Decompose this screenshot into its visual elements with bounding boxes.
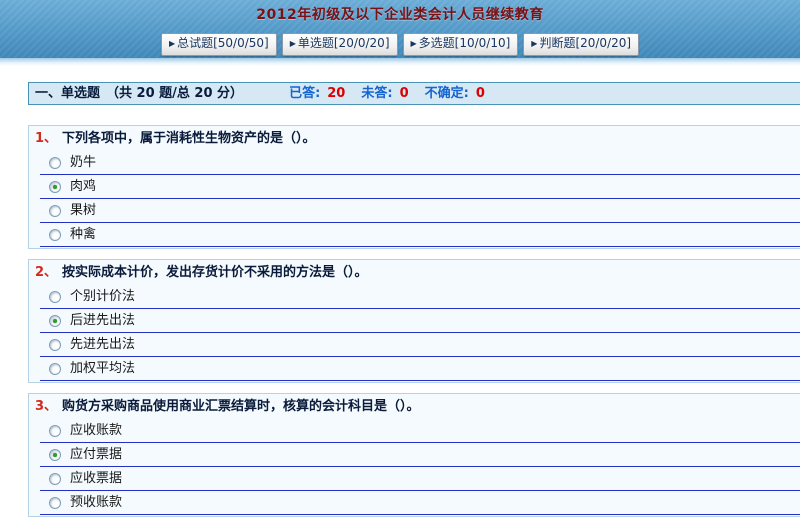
option-label: 应付票据 [70, 448, 122, 462]
question-title: 2、按实际成本计价，发出存货计价不采用的方法是（）。 [29, 260, 800, 285]
exam-content: 一、单选题 （共 20 题/总 20 分） 已答: 20 未答: 0 不确定: 0 1… [0, 66, 800, 517]
nav-button-all-questions[interactable]: ▶总试题[50/0/50] [161, 33, 277, 56]
option-row[interactable]: 加权平均法 [40, 357, 800, 381]
option-label: 奶牛 [70, 156, 96, 170]
question-number: 2、 [35, 265, 57, 280]
option-row[interactable]: 种禽 [40, 223, 800, 247]
question-number: 3、 [35, 399, 57, 414]
arrow-right-icon: ▶ [531, 39, 537, 48]
stat-unanswered: 未答: 0 [361, 86, 408, 101]
exam-page: 2012年初级及以下企业类会计人员继续教育 ▶总试题[50/0/50] ▶单选题… [0, 0, 800, 517]
question-block-3: 3、购货方采购商品使用商业汇票结算时，核算的会计科目是（）。 应收账款 应付票据… [28, 393, 800, 517]
radio-button[interactable] [49, 181, 61, 193]
radio-button[interactable] [49, 449, 61, 461]
answer-stats: 已答: 20 未答: 0 不确定: 0 [289, 86, 485, 101]
stat-value: 0 [400, 86, 409, 101]
section-header: 一、单选题 （共 20 题/总 20 分） 已答: 20 未答: 0 不确定: 0 [28, 82, 800, 105]
option-label: 种禽 [70, 228, 96, 242]
radio-button[interactable] [49, 205, 61, 217]
option-row[interactable]: 应付票据 [40, 443, 800, 467]
option-label: 先进先出法 [70, 338, 135, 352]
nav-button-label: 多选题[10/0/10] [419, 36, 511, 50]
arrow-right-icon: ▶ [411, 39, 417, 48]
radio-button[interactable] [49, 497, 61, 509]
question-block-1: 1、下列各项中，属于消耗性生物资产的是（）。 奶牛 肉鸡 果树 种禽 [28, 125, 800, 249]
nav-button-multi-choice[interactable]: ▶多选题[10/0/10] [403, 33, 519, 56]
header-fade-strip [0, 58, 800, 66]
option-label: 果树 [70, 204, 96, 218]
header-banner: 2012年初级及以下企业类会计人员继续教育 ▶总试题[50/0/50] ▶单选题… [0, 0, 800, 58]
stat-value: 0 [476, 86, 485, 101]
question-text: 按实际成本计价，发出存货计价不采用的方法是（）。 [62, 265, 368, 280]
radio-button[interactable] [49, 473, 61, 485]
radio-button[interactable] [49, 157, 61, 169]
option-label: 个别计价法 [70, 290, 135, 304]
radio-button[interactable] [49, 363, 61, 375]
option-label: 后进先出法 [70, 314, 135, 328]
question-block-2: 2、按实际成本计价，发出存货计价不采用的方法是（）。 个别计价法 后进先出法 先… [28, 259, 800, 383]
option-row[interactable]: 奶牛 [40, 151, 800, 175]
section-count: （共 20 题/总 20 分） [106, 86, 243, 101]
stat-value: 20 [327, 86, 345, 101]
option-row[interactable]: 果树 [40, 199, 800, 223]
nav-button-label: 总试题[50/0/50] [177, 36, 269, 50]
arrow-right-icon: ▶ [290, 39, 296, 48]
option-row[interactable]: 应收账款 [40, 419, 800, 443]
arrow-right-icon: ▶ [169, 39, 175, 48]
option-label: 应收账款 [70, 424, 122, 438]
option-row[interactable]: 个别计价法 [40, 285, 800, 309]
option-label: 肉鸡 [70, 180, 96, 194]
nav-button-row: ▶总试题[50/0/50] ▶单选题[20/0/20] ▶多选题[10/0/10… [0, 33, 800, 56]
radio-button[interactable] [49, 229, 61, 241]
question-title: 1、下列各项中，属于消耗性生物资产的是（）。 [29, 126, 800, 151]
option-row[interactable]: 先进先出法 [40, 333, 800, 357]
option-row[interactable]: 后进先出法 [40, 309, 800, 333]
stat-answered: 已答: 20 [289, 86, 345, 101]
option-row[interactable]: 肉鸡 [40, 175, 800, 199]
option-row[interactable]: 预收账款 [40, 491, 800, 515]
radio-button[interactable] [49, 339, 61, 351]
radio-button[interactable] [49, 291, 61, 303]
option-label: 应收票据 [70, 472, 122, 486]
nav-button-single-choice[interactable]: ▶单选题[20/0/20] [282, 33, 398, 56]
option-label: 预收账款 [70, 496, 122, 510]
option-row[interactable]: 应收票据 [40, 467, 800, 491]
page-title: 2012年初级及以下企业类会计人员继续教育 [0, 0, 800, 24]
question-text: 下列各项中，属于消耗性生物资产的是（）。 [62, 131, 316, 146]
radio-button[interactable] [49, 425, 61, 437]
radio-button[interactable] [49, 315, 61, 327]
stat-unsure: 不确定: 0 [425, 86, 485, 101]
question-number: 1、 [35, 131, 57, 146]
option-label: 加权平均法 [70, 362, 135, 376]
question-text: 购货方采购商品使用商业汇票结算时，核算的会计科目是（）。 [62, 399, 420, 414]
question-title: 3、购货方采购商品使用商业汇票结算时，核算的会计科目是（）。 [29, 394, 800, 419]
nav-button-label: 单选题[20/0/20] [298, 36, 390, 50]
stat-label: 未答: [361, 86, 392, 101]
stat-label: 已答: [289, 86, 320, 101]
nav-button-true-false[interactable]: ▶判断题[20/0/20] [523, 33, 639, 56]
stat-label: 不确定: [425, 86, 469, 101]
nav-button-label: 判断题[20/0/20] [539, 36, 631, 50]
section-title: 一、单选题 [35, 86, 100, 101]
